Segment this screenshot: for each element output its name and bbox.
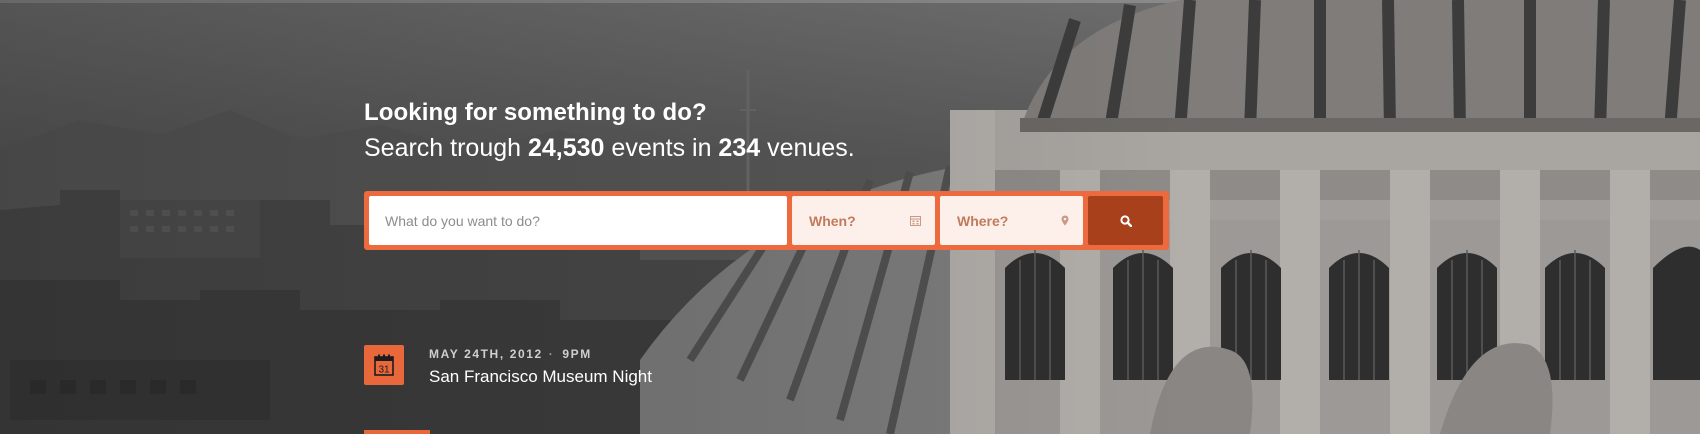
event-calendar-badge: 31	[364, 345, 404, 385]
map-pin-icon	[1061, 215, 1069, 226]
calendar-icon: 31	[374, 354, 394, 376]
search-bar: What do you want to do? When? Where?	[364, 191, 1169, 250]
hero-section: Looking for something to do? Search trou…	[0, 0, 1700, 434]
search-icon	[1119, 214, 1132, 227]
events-count: 24,530	[528, 134, 605, 162]
event-datetime: MAY 24TH, 2012 · 9PM	[429, 347, 652, 361]
calendar-icon	[910, 215, 921, 226]
when-input[interactable]: When?	[792, 196, 935, 245]
hero-text: Looking for something to do? Search trou…	[364, 98, 1264, 166]
subline-prefix: Search trough	[364, 134, 528, 162]
what-input[interactable]: What do you want to do?	[369, 196, 787, 245]
event-title[interactable]: San Francisco Museum Night	[429, 367, 652, 387]
event-separator: ·	[548, 347, 555, 361]
subline-suffix: venues.	[760, 134, 855, 162]
event-time: 9PM	[562, 347, 592, 361]
hero-headline: Looking for something to do?	[364, 99, 707, 126]
subline-middle: events in	[604, 134, 719, 162]
event-text: MAY 24TH, 2012 · 9PM San Francisco Museum …	[429, 345, 652, 387]
event-item[interactable]: 31 MAY 24TH, 2012 · 9PM San Francisco Muse…	[364, 345, 652, 387]
hero-subline: Search trough 24,530 events in 234 venue…	[364, 130, 1264, 166]
when-placeholder: When?	[809, 212, 856, 229]
search-button[interactable]	[1088, 196, 1163, 245]
what-placeholder: What do you want to do?	[385, 212, 540, 229]
calendar-day: 31	[378, 365, 390, 376]
next-event-badge-edge	[364, 430, 430, 434]
event-date: MAY 24TH, 2012	[429, 347, 543, 361]
where-placeholder: Where?	[957, 212, 1009, 229]
where-input[interactable]: Where?	[940, 196, 1083, 245]
venues-count: 234	[718, 134, 761, 162]
